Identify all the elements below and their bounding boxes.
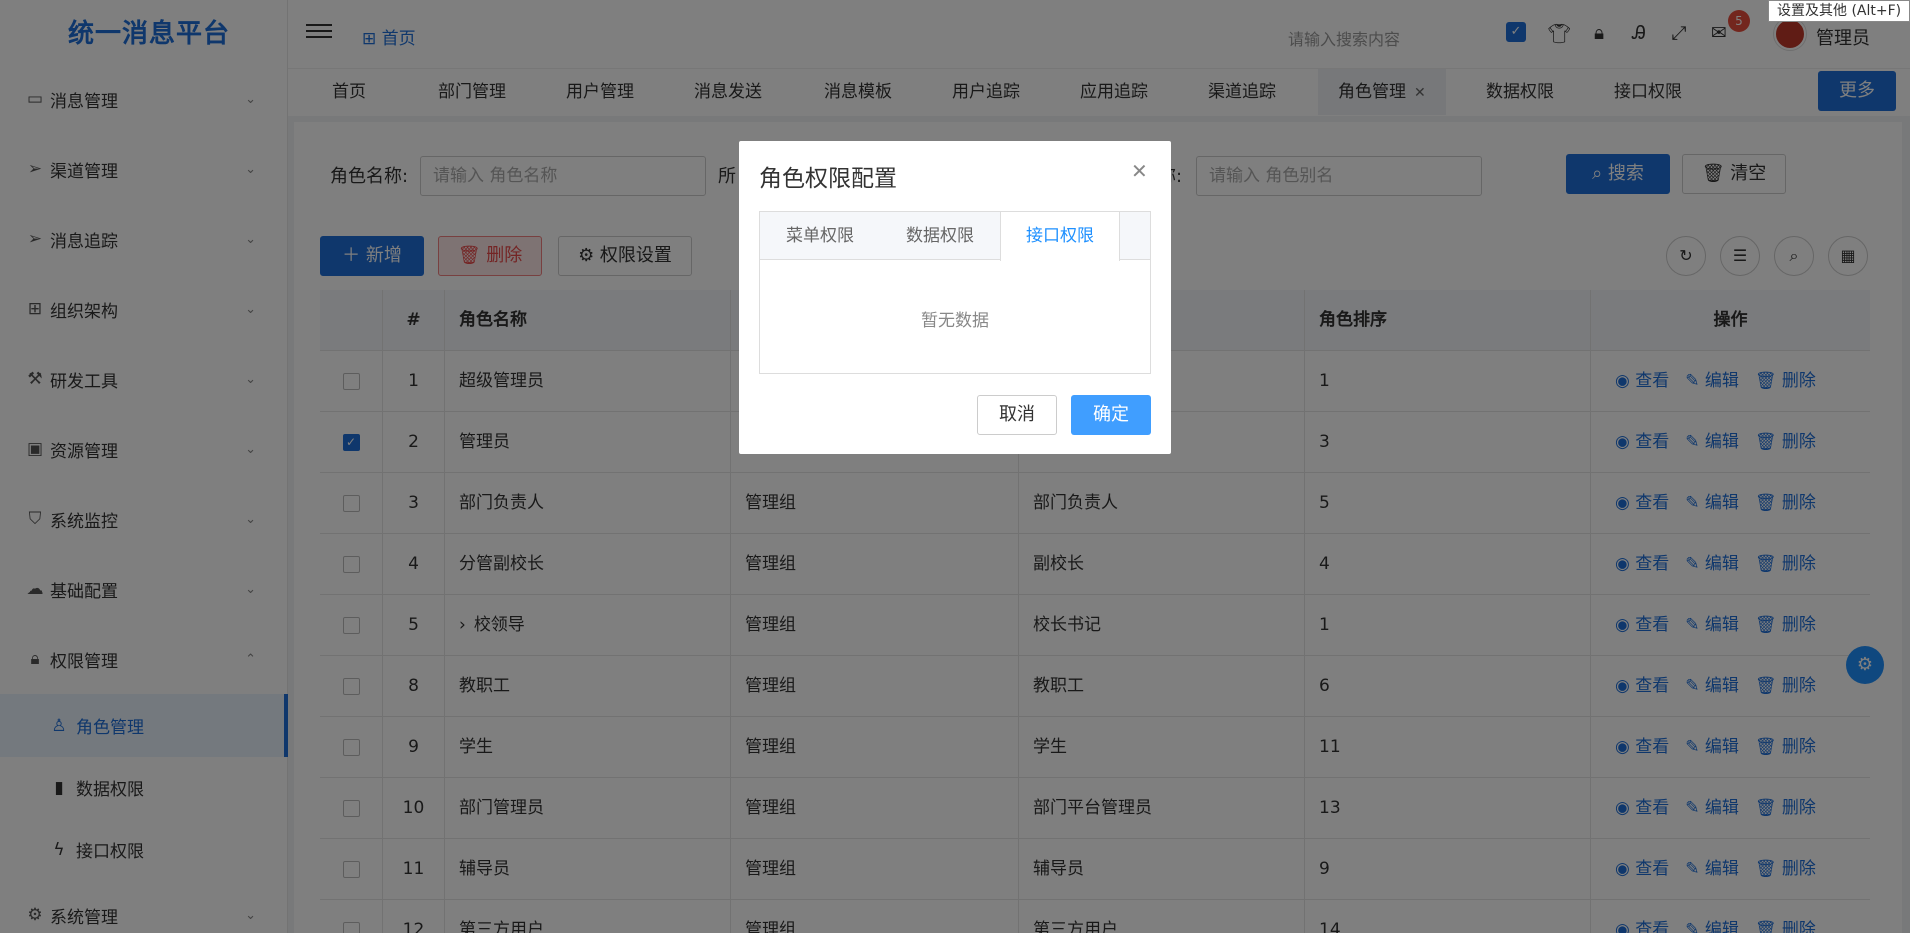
dialog-tab[interactable]: 接口权限 <box>1000 212 1120 261</box>
dialog-tabs: 菜单权限 数据权限 接口权限 暂无数据 <box>759 211 1151 374</box>
modal-overlay[interactable] <box>0 0 1910 933</box>
dialog-tab[interactable]: 菜单权限 <box>760 212 880 260</box>
role-permission-dialog: 角色权限配置 ✕ 菜单权限 数据权限 接口权限 暂无数据 取消 确定 <box>739 141 1171 454</box>
dialog-tab[interactable]: 数据权限 <box>880 212 1000 260</box>
tooltip: 设置及其他 (Alt+F) <box>1768 0 1910 22</box>
confirm-button[interactable]: 确定 <box>1071 395 1151 435</box>
empty-state-text: 暂无数据 <box>921 311 989 331</box>
dialog-title: 角色权限配置 <box>759 166 897 192</box>
close-icon[interactable]: ✕ <box>1131 159 1148 183</box>
cancel-button[interactable]: 取消 <box>977 395 1057 435</box>
